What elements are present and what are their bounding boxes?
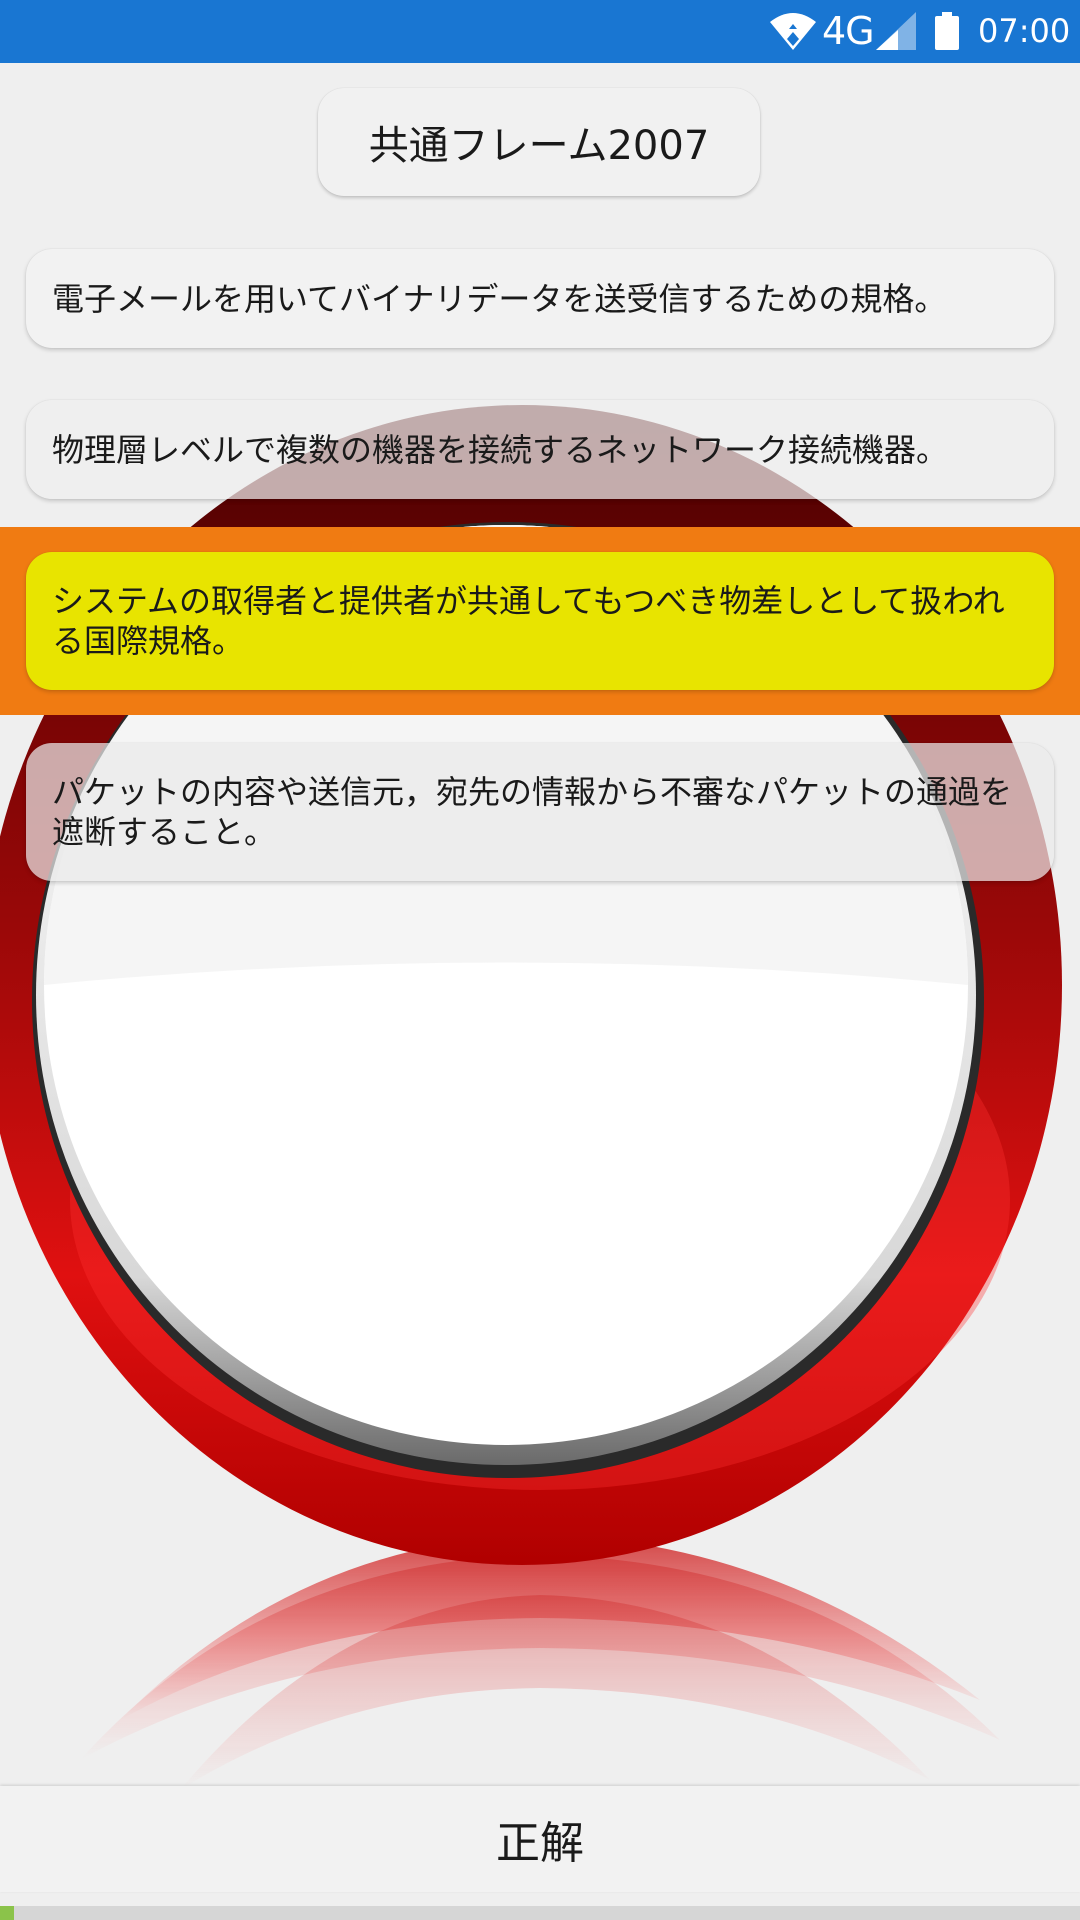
bottom-progress-strip xyxy=(0,1906,1080,1920)
choice-button-selected[interactable]: システムの取得者と提供者が共通してもつべき物差しとして扱われる国際規格。 xyxy=(26,552,1054,690)
choice-text: システムの取得者と提供者が共通してもつべき物差しとして扱われる国際規格。 xyxy=(52,582,1005,660)
category-title-button[interactable]: 共通フレーム2007 xyxy=(318,88,760,196)
answer-button[interactable]: 正解 xyxy=(0,1786,1080,1892)
choice-text: パケットの内容や送信元，宛先の情報から不審なパケットの通過を遮断すること。 xyxy=(52,773,1013,851)
bottom-progress-accent xyxy=(0,1906,14,1920)
choice-button[interactable]: 物理層レベルで複数の機器を接続するネットワーク接続機器。 xyxy=(26,400,1054,499)
answer-button-label: 正解 xyxy=(496,1818,584,1869)
choice-text: 電子メールを用いてバイナリデータを送受信するための規格。 xyxy=(52,279,947,318)
choice-button[interactable]: 電子メールを用いてバイナリデータを送受信するための規格。 xyxy=(26,249,1054,348)
ring-reflection xyxy=(80,1535,1000,1790)
category-title: 共通フレーム2007 xyxy=(368,123,710,169)
choice-text: 物理層レベルで複数の機器を接続するネットワーク接続機器。 xyxy=(52,430,949,469)
choice-button[interactable]: パケットの内容や送信元，宛先の情報から不審なパケットの通過を遮断すること。 xyxy=(26,743,1054,881)
